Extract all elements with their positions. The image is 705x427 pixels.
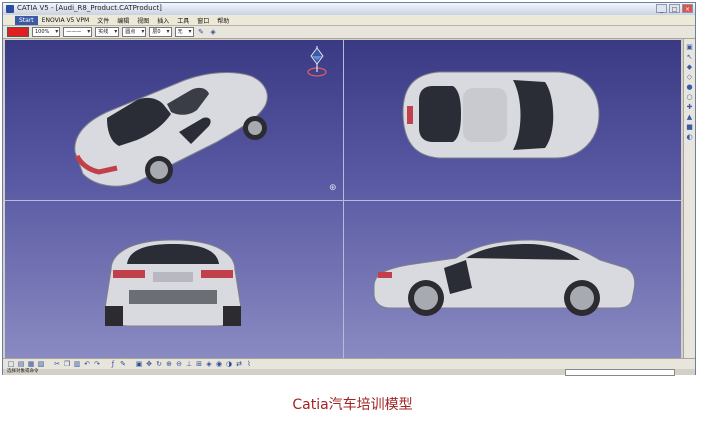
iso-view-icon[interactable]: ◈ — [205, 360, 213, 368]
hide-show-icon[interactable]: ◑ — [225, 360, 233, 368]
pan-icon[interactable]: ✥ — [145, 360, 153, 368]
car-isometric-view — [74, 72, 268, 187]
car-rear-view — [104, 239, 242, 327]
tool-icon[interactable]: ■ — [686, 123, 694, 131]
menu-tools[interactable]: 工具 — [173, 16, 193, 25]
redo-icon[interactable]: ↷ — [93, 360, 101, 368]
new-file-icon[interactable]: □ — [7, 360, 15, 368]
rotate-icon[interactable]: ↻ — [155, 360, 163, 368]
tool-icon[interactable]: ● — [686, 83, 694, 91]
zoom-in-icon[interactable]: ⊕ — [165, 360, 173, 368]
compass-icon[interactable] — [303, 44, 331, 78]
layer-select[interactable]: 层0 — [149, 27, 172, 37]
minimize-button[interactable]: _ — [656, 4, 667, 13]
menu-file[interactable]: 文件 — [93, 16, 113, 25]
3d-viewport[interactable]: ⊕ — [5, 40, 681, 358]
properties-icon[interactable]: ◈ — [209, 28, 218, 37]
car-top-view — [402, 71, 600, 159]
menu-enovia[interactable]: ENOVIA V5 VPM — [38, 17, 94, 24]
print-icon[interactable]: ▧ — [37, 360, 45, 368]
tool-icon[interactable]: ▲ — [686, 113, 694, 121]
cut-icon[interactable]: ✂ — [53, 360, 61, 368]
workbench-icon[interactable]: ▣ — [686, 43, 694, 51]
undo-icon[interactable]: ↶ — [83, 360, 91, 368]
menu-insert[interactable]: 插入 — [153, 16, 173, 25]
line-thickness-select[interactable]: ——— — [63, 27, 93, 37]
fill-color-swatch[interactable] — [7, 27, 29, 37]
select-icon[interactable]: ↖ — [686, 53, 694, 61]
transparency-select[interactable]: 100% — [32, 27, 61, 37]
copy-icon[interactable]: ❐ — [63, 360, 71, 368]
shading-icon[interactable]: ◉ — [215, 360, 223, 368]
rendering-select[interactable]: 无 — [174, 27, 194, 37]
menu-bar: Start ENOVIA V5 VPM 文件 编辑 视图 插入 工具 窗口 帮助 — [3, 15, 695, 26]
paste-icon[interactable]: ▥ — [73, 360, 81, 368]
normal-view-icon[interactable]: ⊥ — [185, 360, 193, 368]
save-icon[interactable]: ▦ — [27, 360, 35, 368]
format-painter-icon[interactable]: ✎ — [197, 28, 206, 37]
menu-help[interactable]: 帮助 — [213, 16, 233, 25]
catia-window: CATIA V5 - [Audi_R8_Product.CATProduct] … — [2, 2, 696, 376]
viewport-split-vertical — [343, 40, 344, 358]
axis-icon: ⊕ — [329, 183, 337, 193]
window-controls: _ □ × — [656, 4, 693, 13]
linetype-select[interactable]: 实线 — [95, 27, 120, 37]
menu-window[interactable]: 窗口 — [193, 16, 213, 25]
window-title: CATIA V5 - [Audi_R8_Product.CATProduct] — [17, 4, 162, 12]
right-toolbar: ▣ ↖ ◆ ◇ ● ○ ✚ ▲ ■ ◐ — [683, 39, 695, 359]
fit-all-icon[interactable]: ▣ — [135, 360, 143, 368]
zoom-out-icon[interactable]: ⊖ — [175, 360, 183, 368]
tool-icon[interactable]: ◐ — [686, 133, 694, 141]
catia-app-icon — [6, 5, 14, 13]
tool-icon[interactable]: ◆ — [686, 63, 694, 71]
menu-edit[interactable]: 编辑 — [113, 16, 133, 25]
command-input[interactable] — [565, 369, 675, 376]
menu-view[interactable]: 视图 — [133, 16, 153, 25]
close-button[interactable]: × — [682, 4, 693, 13]
multi-view-icon[interactable]: ⊞ — [195, 360, 203, 368]
status-bar: 选择对象或命令 — [3, 369, 695, 376]
viewport-split-horizontal — [5, 200, 681, 201]
swap-space-icon[interactable]: ⇄ — [235, 360, 243, 368]
bottom-toolbar: □ ▤ ▦ ▧ ✂ ❐ ▥ ↶ ↷ ƒ ✎ ▣ ✥ ↻ ⊕ ⊖ ⊥ ⊞ ◈ ◉ … — [3, 358, 695, 369]
tool-icon[interactable]: ○ — [686, 93, 694, 101]
image-caption: Catia汽车培训模型 — [292, 397, 413, 413]
car-side-view — [373, 239, 636, 316]
status-prompt: 选择对象或命令 — [7, 369, 39, 374]
comment-icon[interactable]: ✎ — [119, 360, 127, 368]
point-symbol-select[interactable]: 圆点 — [122, 27, 147, 37]
menu-start[interactable]: Start — [15, 15, 38, 25]
formula-icon[interactable]: ƒ — [109, 360, 117, 368]
tool-icon[interactable]: ✚ — [686, 103, 694, 111]
graphic-properties-toolbar: 100% ——— 实线 圆点 层0 无 ✎ ◈ — [3, 26, 695, 39]
measure-icon[interactable]: ⌇ — [245, 360, 253, 368]
maximize-button[interactable]: □ — [669, 4, 680, 13]
tool-icon[interactable]: ◇ — [686, 73, 694, 81]
open-file-icon[interactable]: ▤ — [17, 360, 25, 368]
